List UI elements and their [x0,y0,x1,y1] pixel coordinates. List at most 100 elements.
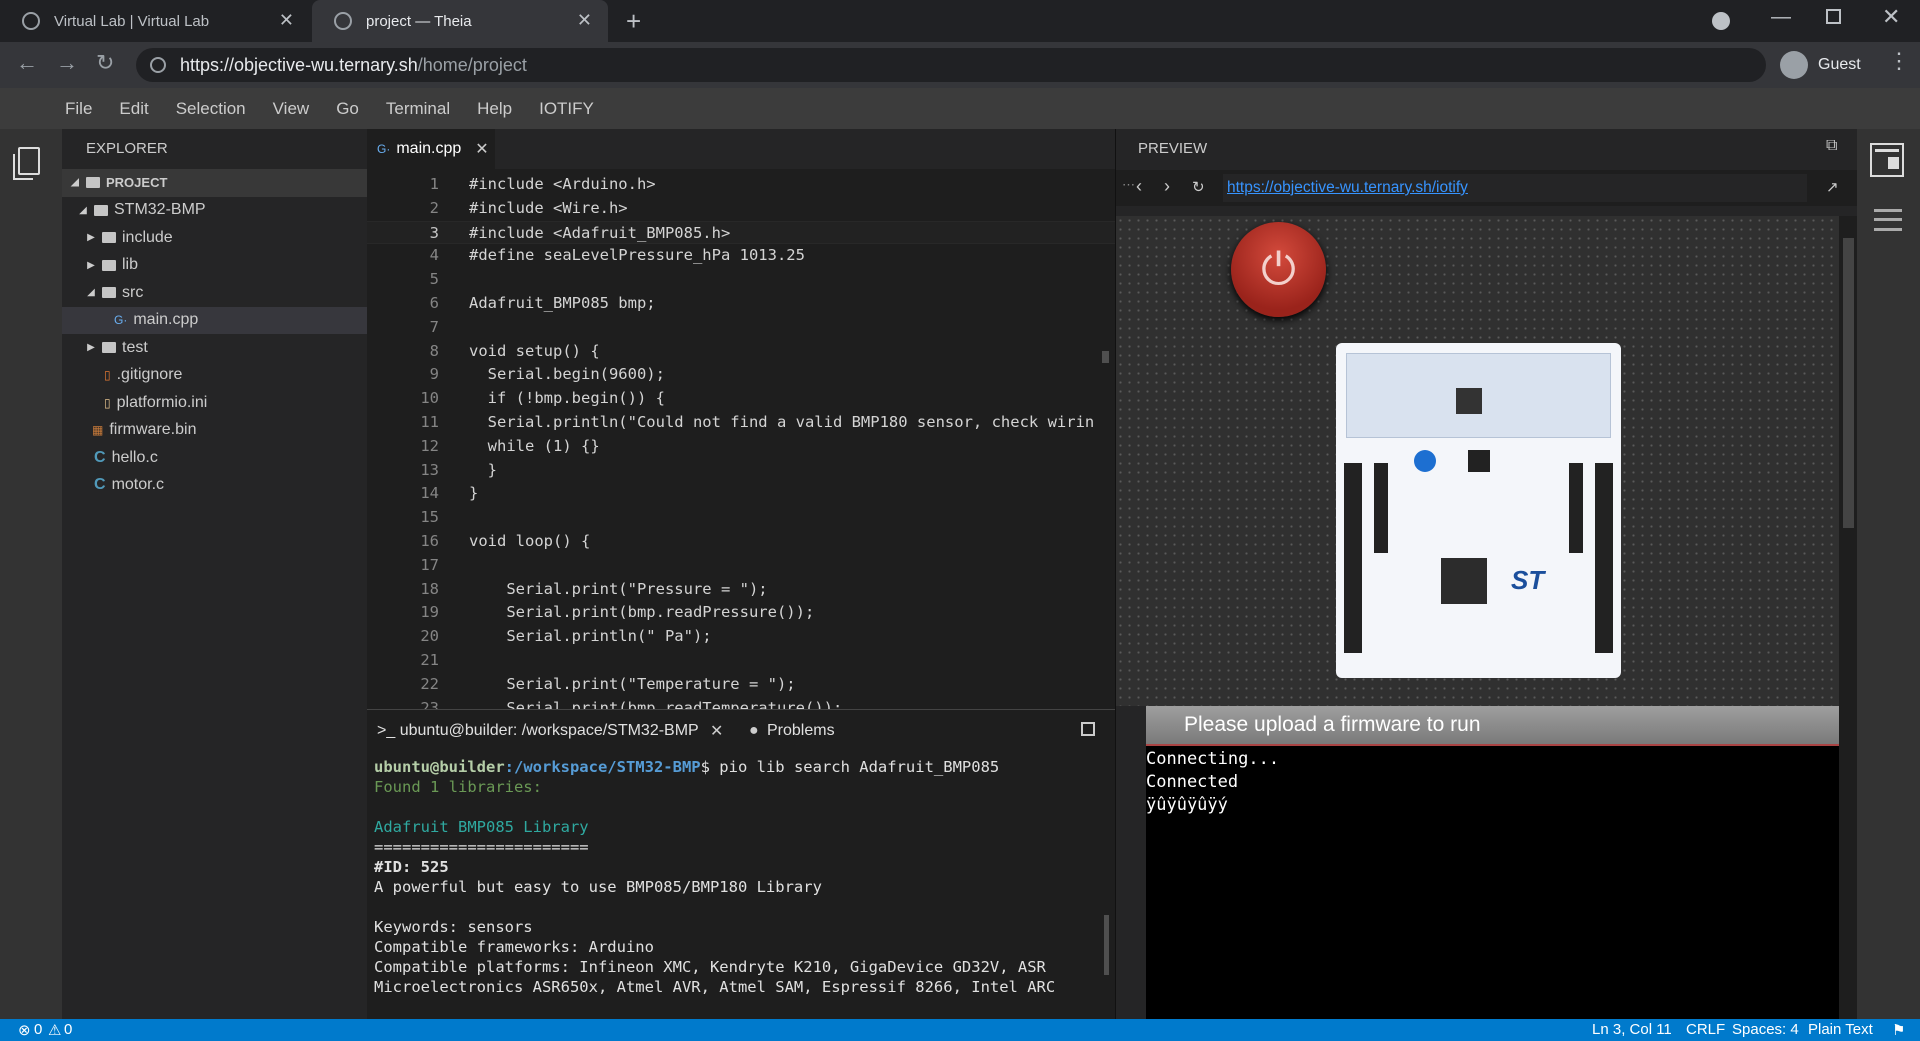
split-panel-icon[interactable] [1081,722,1095,736]
code-line[interactable]: 13 } [367,459,1115,483]
close-tab-icon[interactable]: ✕ [577,10,592,31]
tree-item-platformio-ini[interactable]: ▯ platformio.ini [62,389,367,417]
tree-item-motor-c[interactable]: Cmotor.c [62,472,367,500]
git-file-icon: ▯ [104,368,111,383]
code-text: Serial.print("Pressure = "); [469,579,768,598]
open-external-icon[interactable]: ⧉ [1826,137,1837,155]
profile-button[interactable]: Guest [1780,48,1861,82]
code-line[interactable]: 18 Serial.print("Pressure = "); [367,578,1115,602]
code-line[interactable]: 14} [367,482,1115,506]
code-line[interactable]: 6 Adafruit_BMP085 bmp; [367,292,1115,316]
code-line[interactable]: 10 if (!bmp.begin()) { [367,387,1115,411]
code-line[interactable]: 8 void setup() { [367,340,1115,364]
browser-tab-virtual-lab[interactable]: Virtual Lab | Virtual Lab ✕ [0,0,310,42]
code-text: #include <Wire.h> [469,198,628,217]
tree-item-include[interactable]: ▶ include [62,224,367,252]
notifications-icon[interactable]: ⚑ [1892,1021,1905,1039]
menu-iotify[interactable]: IOTIFY [536,99,597,119]
line-number: 11 [420,413,439,431]
code-line[interactable]: 21 [367,649,1115,673]
code-line[interactable]: 2 #include <Wire.h> [367,197,1115,221]
tree-item-hello-c[interactable]: Chello.c [62,444,367,472]
line-number: 18 [420,579,439,598]
reload-icon[interactable]: ↻ [1192,178,1205,196]
code-line[interactable]: 12 while (1) {} [367,435,1115,459]
line-ending[interactable]: CRLF [1686,1021,1725,1038]
menu-edit[interactable]: Edit [116,99,151,119]
url-input[interactable]: https://objective-wu.ternary.sh/home/pro… [136,48,1766,82]
cursor-position[interactable]: Ln 3, Col 11 [1592,1021,1672,1038]
tree-item-stm32-bmp[interactable]: ◢ STM32-BMP [62,197,367,225]
reload-icon[interactable]: ↻ [96,50,114,76]
menu-help[interactable]: Help [474,99,515,119]
error-icon[interactable]: ⊗ [18,1021,31,1039]
c-file-icon: C [94,476,106,494]
outline-icon[interactable] [1874,209,1902,231]
tree-item-test[interactable]: ▶ test [62,334,367,362]
menu-view[interactable]: View [270,99,313,119]
tree-item-firmware-bin[interactable]: ▦ firmware.bin [62,417,367,445]
more-icon[interactable]: ⋯ [1122,177,1135,193]
tab-terminal[interactable]: >_ ubuntu@builder: /workspace/STM32-BMP [377,722,699,740]
code-line[interactable]: 20 Serial.println(" Pa"); [367,625,1115,649]
close-icon[interactable]: ✕ [710,721,723,741]
close-tab-icon[interactable]: ✕ [279,10,294,31]
editor-tab-main-cpp[interactable]: G· main.cpp ✕ [367,129,495,169]
files-icon[interactable] [13,147,40,180]
plus-icon[interactable]: + [626,6,641,37]
warning-icon[interactable]: ⚠ [48,1021,61,1039]
forward-icon[interactable]: › [1164,176,1170,197]
code-line[interactable]: 3 #include <Adafruit_BMP085.h> [367,220,1115,245]
tree-item-lib[interactable]: ▶ lib [62,252,367,280]
code-line[interactable]: 16 void loop() { [367,530,1115,554]
code-line[interactable]: 4 #define seaLevelPressure_hPa 1013.25 [367,244,1115,268]
prompt-user: ubuntu@builder [374,758,505,776]
code-line[interactable]: 23 Serial.print(bmp.readTemperature()); [367,697,1115,709]
language-mode[interactable]: Plain Text [1808,1021,1873,1038]
code-line[interactable]: 7 [367,316,1115,340]
tab-title: project — Theia [366,12,472,30]
close-window-icon[interactable]: ✕ [1882,4,1900,30]
tab-problems[interactable]: Problems [767,722,835,740]
back-icon[interactable]: ‹ [1136,176,1142,197]
site-info-icon[interactable] [150,57,166,73]
line-number: 10 [420,389,439,408]
tree-item-main-cpp[interactable]: G· main.cpp [62,306,367,334]
browser-menu-icon[interactable]: ⋮ [1888,48,1910,74]
terminal-output[interactable]: ubuntu@builder:/workspace/STM32-BMP$ pio… [374,757,1114,997]
code-line[interactable]: 17 [367,554,1115,578]
tab-search-icon[interactable] [1712,12,1730,30]
code-line[interactable]: 19 Serial.print(bmp.readPressure()); [367,601,1115,625]
preview-url-input[interactable]: https://objective-wu.ternary.sh/iotify [1223,174,1807,202]
code-line[interactable]: 22 Serial.print("Temperature = "); [367,673,1115,697]
minimize-icon[interactable]: — [1771,6,1791,29]
code-line[interactable]: 5 [367,268,1115,292]
browser-tab-theia[interactable]: project — Theia ✕ [312,0,608,42]
preview-icon[interactable] [1870,143,1904,177]
close-icon[interactable]: ✕ [475,139,488,159]
editor-scrollbar[interactable] [1102,351,1109,363]
warning-count[interactable]: 0 [64,1021,72,1038]
tree-item-src[interactable]: ◢ src [62,279,367,307]
file-tree: ◢ PROJECT ◢ STM32-BMP ▶ include ▶ lib ◢ src G… [62,169,367,499]
power-button[interactable]: ⏻ [1231,222,1326,317]
menu-go[interactable]: Go [333,99,362,119]
menu-terminal[interactable]: Terminal [383,99,453,119]
maximize-icon[interactable] [1826,9,1841,24]
code-line[interactable]: 1 #include <Arduino.h> [367,173,1115,197]
error-count[interactable]: 0 [34,1021,42,1038]
code-line[interactable]: 9 Serial.begin(9600); [367,363,1115,387]
indentation[interactable]: Spaces: 4 [1732,1021,1799,1038]
forward-icon[interactable]: → [56,50,78,76]
preview-scrollbar[interactable] [1839,216,1858,1019]
terminal-scrollbar[interactable] [1104,915,1109,975]
code-area[interactable]: 1 #include <Arduino.h> 2 #include <Wire.h> 3… [367,169,1115,709]
open-in-browser-icon[interactable]: ↗ [1826,178,1839,196]
menu-selection[interactable]: Selection [173,99,249,119]
code-line[interactable]: 15 [367,506,1115,530]
back-icon[interactable]: ← [16,50,38,76]
tree-item-gitignore[interactable]: ▯ .gitignore [62,362,367,390]
menu-file[interactable]: File [62,99,95,119]
code-line[interactable]: 11 Serial.println("Could not find a vali… [367,411,1115,435]
tree-root[interactable]: ◢ PROJECT [62,169,367,197]
